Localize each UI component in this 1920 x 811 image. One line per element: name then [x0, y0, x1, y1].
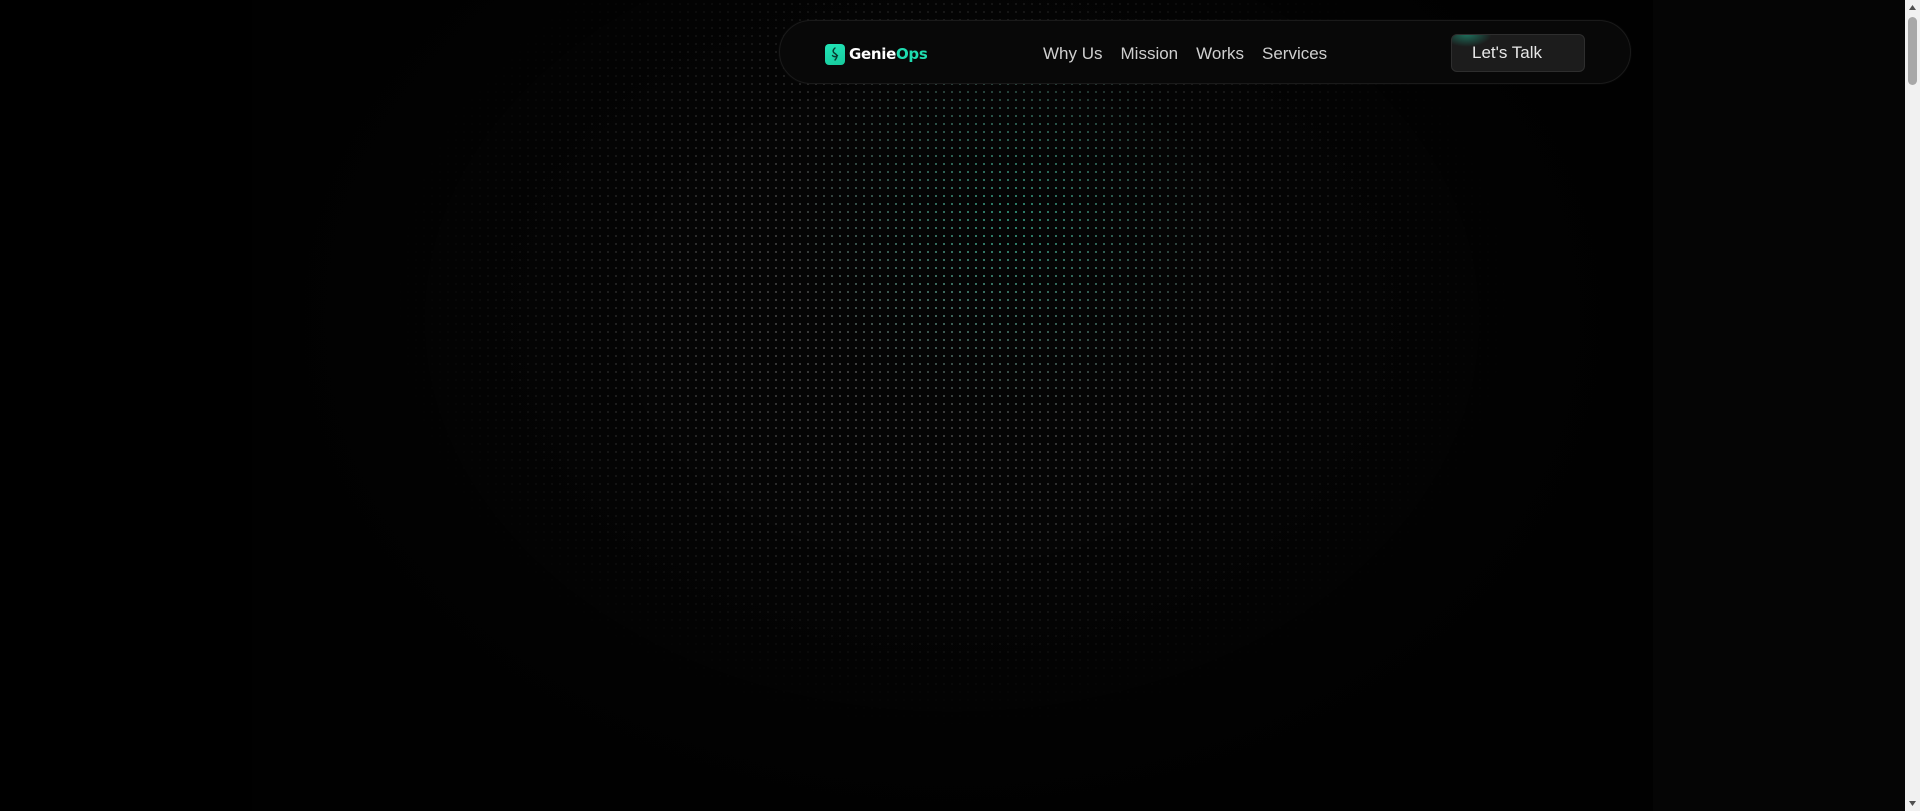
lets-talk-label: Let's Talk	[1472, 43, 1543, 62]
scrollbar-thumb[interactable]	[1908, 17, 1917, 85]
vertical-scrollbar[interactable]	[1905, 0, 1920, 811]
brand-name: GenieOps	[849, 45, 928, 63]
genie-lamp-icon	[825, 43, 845, 65]
page-viewport: GenieOps Why Us Mission Works Services L…	[0, 0, 1905, 811]
hero-section: GenieOps Why Us Mission Works Services L…	[252, 0, 1653, 811]
lets-talk-button[interactable]: Let's Talk	[1451, 34, 1585, 72]
nav-link-mission[interactable]: Mission	[1121, 44, 1179, 64]
scroll-down-arrow-icon[interactable]	[1905, 796, 1920, 811]
hero-vignette	[252, 0, 1653, 811]
nav-link-services[interactable]: Services	[1262, 44, 1327, 64]
scroll-up-arrow-icon[interactable]	[1905, 0, 1920, 15]
right-margin	[1653, 0, 1905, 811]
brand-name-genie: Genie	[849, 45, 896, 63]
nav-links: Why Us Mission Works Services	[1043, 42, 1327, 66]
left-margin	[0, 0, 252, 811]
nav-link-works[interactable]: Works	[1196, 44, 1244, 64]
nav-link-why-us[interactable]: Why Us	[1043, 44, 1103, 64]
top-navbar: GenieOps Why Us Mission Works Services L…	[779, 20, 1631, 84]
brand-logo-link[interactable]: GenieOps	[825, 43, 928, 65]
brand-name-ops: Ops	[895, 45, 928, 63]
